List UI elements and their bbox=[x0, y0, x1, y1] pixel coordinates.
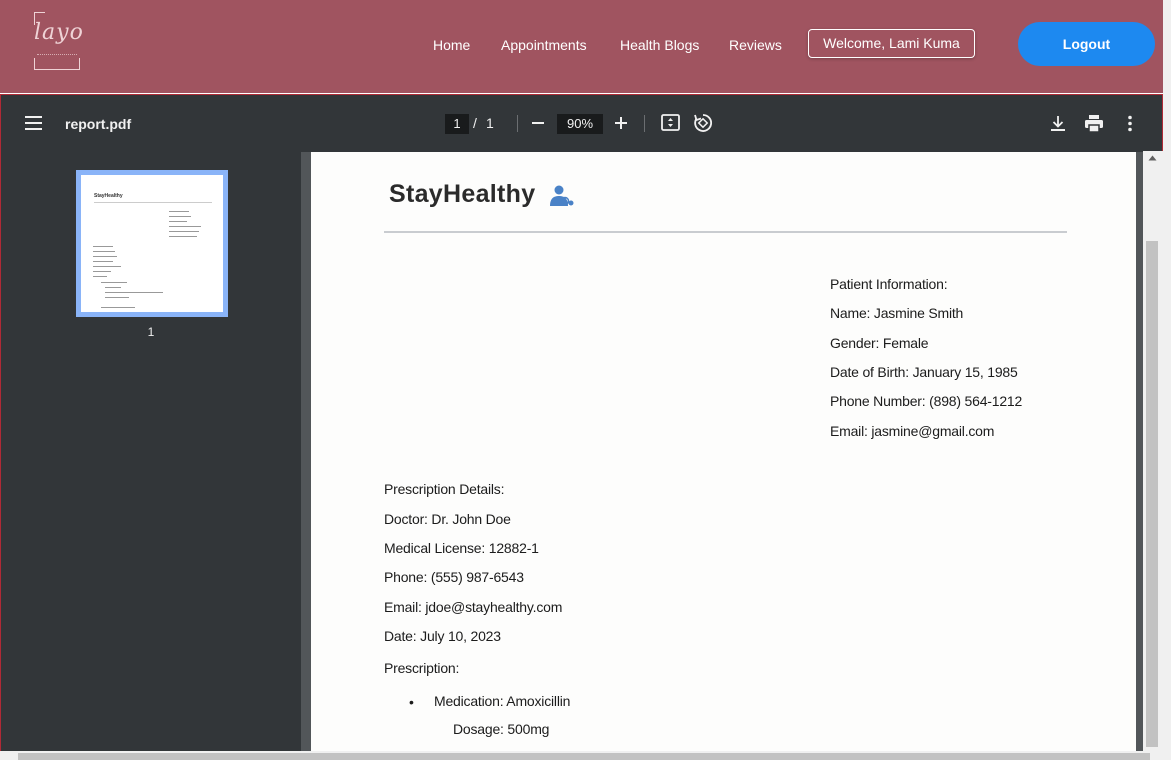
prescription-license: Medical License: 12882-1 bbox=[384, 540, 539, 556]
brand-name: StayHealthy bbox=[389, 180, 536, 208]
list-bullet: • bbox=[409, 694, 414, 710]
sidebar-resize-handle[interactable] bbox=[301, 152, 311, 760]
zoom-out-icon[interactable] bbox=[531, 115, 545, 136]
site-logo[interactable]: layo bbox=[34, 12, 84, 70]
page-total: 1 bbox=[486, 115, 494, 131]
nav-reviews-link[interactable]: Reviews bbox=[729, 37, 782, 53]
window-edge bbox=[1163, 0, 1171, 760]
pdf-toolbar: report.pdf 1 / 1 90% bbox=[1, 95, 1162, 152]
prescription-date: Date: July 10, 2023 bbox=[384, 628, 501, 644]
nav-appointments-link[interactable]: Appointments bbox=[501, 37, 587, 53]
prescription-details-heading: Prescription Details: bbox=[384, 481, 505, 497]
pdf-page: StayHealthy Patient Information: Name: J… bbox=[311, 152, 1136, 760]
toolbar-divider bbox=[644, 115, 645, 132]
zoom-level-input[interactable]: 90% bbox=[557, 114, 603, 134]
rotate-icon[interactable] bbox=[693, 113, 713, 138]
download-icon[interactable] bbox=[1050, 115, 1066, 137]
nav-health-blogs-link[interactable]: Health Blogs bbox=[620, 37, 699, 53]
zoom-in-icon[interactable] bbox=[614, 115, 628, 136]
welcome-user-box[interactable]: Welcome, Lami Kuma bbox=[808, 29, 975, 58]
toolbar-divider bbox=[517, 115, 518, 132]
page-number-input[interactable]: 1 bbox=[445, 114, 469, 134]
menu-icon[interactable] bbox=[25, 115, 43, 136]
more-options-icon[interactable] bbox=[1127, 115, 1133, 137]
prescription-email: Email: jdoe@stayhealthy.com bbox=[384, 599, 563, 615]
logout-button[interactable]: Logout bbox=[1018, 22, 1155, 66]
thumbnail-page-preview: StayHealthy bbox=[81, 175, 223, 312]
fit-page-icon[interactable] bbox=[661, 114, 681, 137]
scroll-up-arrow-icon bbox=[1148, 155, 1157, 161]
thumbnail-brand: StayHealthy bbox=[94, 193, 123, 199]
page-separator: / bbox=[473, 115, 477, 131]
patient-email: Email: jasmine@gmail.com bbox=[830, 423, 995, 439]
prescription-doctor: Doctor: Dr. John Doe bbox=[384, 511, 511, 527]
dosage-item: Dosage: 500mg bbox=[453, 721, 550, 737]
patient-dob: Date of Birth: January 15, 1985 bbox=[830, 364, 1018, 380]
vertical-scrollbar-thumb[interactable] bbox=[1146, 241, 1158, 747]
nav-home-link[interactable]: Home bbox=[433, 37, 470, 53]
pdf-viewer: report.pdf 1 / 1 90% StayHealthy 1 StayH… bbox=[0, 94, 1163, 760]
prescription-phone: Phone: (555) 987-6543 bbox=[384, 569, 524, 585]
patient-phone: Phone Number: (898) 564-1212 bbox=[830, 393, 1023, 409]
site-header: layo Home Appointments Health Blogs Revi… bbox=[0, 0, 1171, 93]
document-title: report.pdf bbox=[65, 116, 132, 132]
page-thumbnail[interactable]: StayHealthy bbox=[76, 170, 228, 317]
patient-name: Name: Jasmine Smith bbox=[830, 305, 964, 321]
header-rule bbox=[384, 231, 1067, 233]
patient-info-heading: Patient Information: bbox=[830, 276, 948, 292]
thumbnail-sidebar: StayHealthy 1 bbox=[1, 152, 301, 760]
patient-gender: Gender: Female bbox=[830, 335, 929, 351]
thumbnail-page-label: 1 bbox=[147, 325, 155, 339]
horizontal-scrollbar-thumb[interactable] bbox=[18, 753, 1150, 760]
prescription-label: Prescription: bbox=[384, 660, 460, 676]
print-icon[interactable] bbox=[1084, 115, 1104, 137]
medication-item: Medication: Amoxicillin bbox=[434, 693, 571, 709]
doctor-icon bbox=[548, 185, 574, 212]
logo-text: layo bbox=[34, 20, 84, 45]
